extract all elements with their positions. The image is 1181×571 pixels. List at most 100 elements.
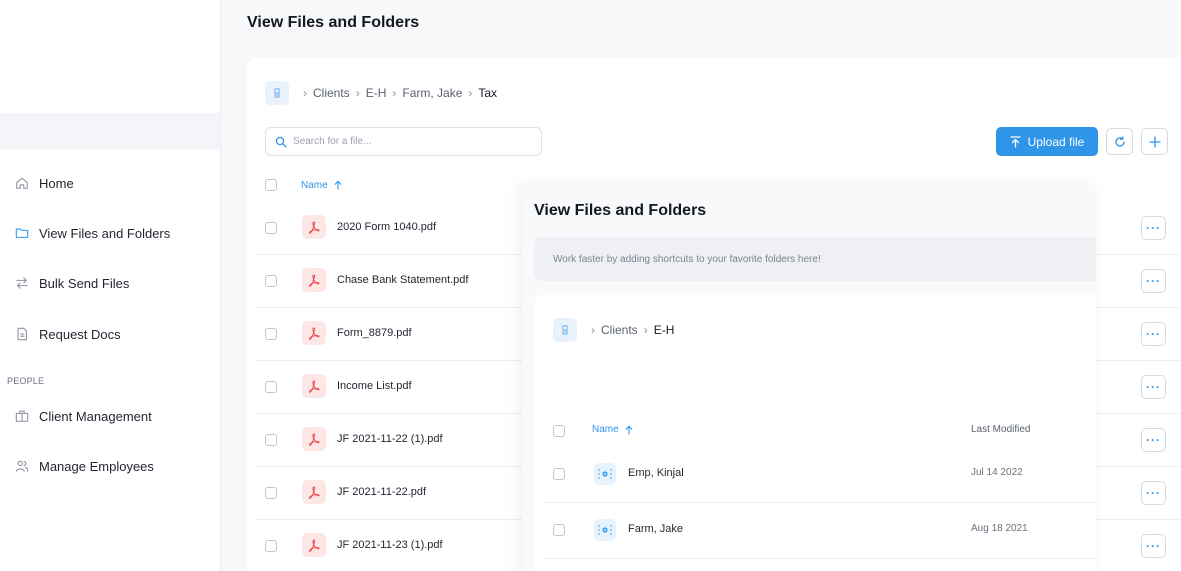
more-options-button[interactable]: ···: [1141, 534, 1166, 558]
root-folder-icon[interactable]: [553, 318, 577, 342]
file-name[interactable]: Form_8879.pdf: [337, 327, 412, 339]
last-modified-column-header[interactable]: Last Modified: [971, 424, 1030, 435]
folder-shortcuts-panel: View Files and Folders Work faster by ad…: [522, 183, 1096, 571]
sidebar-item-label: Request Docs: [39, 326, 121, 342]
upload-button-label: Upload file: [1027, 134, 1085, 149]
row-checkbox[interactable]: [265, 275, 277, 287]
sidebar-spacer: [0, 113, 220, 149]
sidebar-item-label: View Files and Folders: [39, 225, 171, 241]
pdf-file-icon: [302, 268, 326, 292]
column-label: Name: [301, 179, 328, 191]
breadcrumb: › Clients › E-H › Farm, Jake › Tax: [265, 81, 497, 105]
chevron-right-icon: ›: [355, 86, 360, 100]
row-checkbox[interactable]: [265, 222, 277, 234]
pdf-file-icon: [302, 321, 326, 345]
last-modified-date: Jul 14 2022: [971, 467, 1023, 478]
refresh-icon: [1114, 135, 1125, 147]
file-name[interactable]: Chase Bank Statement.pdf: [337, 274, 468, 286]
chevron-right-icon: ›: [392, 86, 397, 100]
breadcrumb-item[interactable]: Farm, Jake: [402, 86, 462, 100]
folder-row[interactable]: Emp, Kinjal Jul 14 2022: [543, 447, 1096, 503]
select-all-checkbox[interactable]: [553, 425, 565, 437]
row-checkbox[interactable]: [265, 434, 277, 446]
search-box[interactable]: [265, 127, 542, 156]
users-icon: [14, 458, 30, 474]
briefcase-icon: [14, 408, 30, 424]
page-title: View Files and Folders: [247, 14, 420, 31]
file-name[interactable]: Income List.pdf: [337, 380, 412, 392]
breadcrumb: › Clients › E-H: [553, 318, 674, 342]
folder-icon: [14, 225, 30, 241]
folder-name[interactable]: Emp, Kinjal: [628, 467, 684, 479]
more-options-button[interactable]: ···: [1141, 375, 1166, 399]
chevron-right-icon: ›: [468, 86, 473, 100]
upload-file-button[interactable]: Upload file: [996, 127, 1098, 156]
sidebar-item-client-management[interactable]: Client Management: [0, 401, 220, 431]
pdf-file-icon: [302, 215, 326, 239]
breadcrumb-item[interactable]: Clients: [601, 323, 638, 337]
more-options-button[interactable]: ···: [1141, 428, 1166, 452]
row-checkbox[interactable]: [553, 468, 565, 480]
breadcrumb-current: Tax: [478, 86, 498, 100]
search-icon: [275, 136, 287, 147]
sidebar-item-home[interactable]: Home: [0, 168, 220, 198]
shared-folder-icon: [594, 463, 616, 485]
folder-name[interactable]: Farm, Jake: [628, 523, 683, 535]
row-checkbox[interactable]: [265, 487, 277, 499]
folder-row[interactable]: Farm, Jake Aug 18 2021: [543, 503, 1096, 559]
chevron-right-icon: ›: [643, 323, 648, 337]
breadcrumb-current: E-H: [653, 323, 675, 337]
document-icon: [14, 326, 30, 342]
row-checkbox[interactable]: [265, 328, 277, 340]
breadcrumb-item[interactable]: E-H: [366, 86, 387, 100]
more-options-button[interactable]: ···: [1141, 322, 1166, 346]
sidebar-item-label: Bulk Send Files: [39, 275, 130, 291]
shared-folder-icon: [594, 519, 616, 541]
search-input[interactable]: [293, 136, 533, 147]
home-icon: [14, 175, 30, 191]
pdf-file-icon: [302, 480, 326, 504]
more-options-button[interactable]: ···: [1141, 216, 1166, 240]
row-checkbox[interactable]: [265, 381, 277, 393]
people-section-label: PEOPLE: [7, 376, 45, 386]
sidebar: Home View Files and Folders Bulk Send Fi…: [0, 0, 221, 571]
pdf-file-icon: [302, 374, 326, 398]
last-modified-date: Aug 18 2021: [971, 523, 1028, 534]
root-folder-icon[interactable]: [265, 81, 289, 105]
breadcrumb-item[interactable]: Clients: [313, 86, 350, 100]
name-column-header[interactable]: Name: [301, 180, 342, 191]
file-name[interactable]: JF 2021-11-23 (1).pdf: [337, 539, 443, 551]
add-button[interactable]: [1141, 128, 1168, 155]
sidebar-item-label: Home: [39, 175, 74, 191]
row-checkbox[interactable]: [265, 540, 277, 552]
sidebar-item-view-files[interactable]: View Files and Folders: [0, 218, 220, 248]
sidebar-item-manage-employees[interactable]: Manage Employees: [0, 451, 220, 481]
more-options-button[interactable]: ···: [1141, 269, 1166, 293]
pdf-file-icon: [302, 533, 326, 557]
sidebar-item-label: Client Management: [39, 408, 152, 424]
more-options-button[interactable]: ···: [1141, 481, 1166, 505]
sort-ascending-icon: [625, 425, 633, 435]
table-header: Name: [265, 179, 342, 191]
sort-ascending-icon: [334, 180, 342, 190]
pdf-file-icon: [302, 427, 326, 451]
shortcuts-hint: Work faster by adding shortcuts to your …: [534, 237, 1096, 281]
chevron-right-icon: ›: [303, 86, 307, 100]
table-header: Name Last Modified: [553, 424, 1096, 438]
chevron-right-icon: ›: [591, 323, 595, 337]
file-name[interactable]: 2020 Form 1040.pdf: [337, 221, 436, 233]
select-all-checkbox[interactable]: [265, 179, 277, 191]
column-label: Name: [592, 424, 619, 435]
panel-title: View Files and Folders: [534, 202, 707, 219]
file-name[interactable]: JF 2021-11-22.pdf: [337, 486, 426, 498]
file-name[interactable]: JF 2021-11-22 (1).pdf: [337, 433, 443, 445]
sidebar-item-request-docs[interactable]: Request Docs: [0, 319, 220, 349]
transfer-icon: [14, 275, 30, 291]
row-checkbox[interactable]: [553, 524, 565, 536]
upload-icon: [1009, 135, 1021, 148]
sidebar-item-label: Manage Employees: [39, 458, 154, 474]
sidebar-item-bulk-send[interactable]: Bulk Send Files: [0, 268, 220, 298]
name-column-header[interactable]: Name: [592, 424, 633, 435]
refresh-button[interactable]: [1106, 128, 1133, 155]
folder-browser-card: › Clients › E-H Name Last Modified Emp, …: [534, 295, 1096, 571]
